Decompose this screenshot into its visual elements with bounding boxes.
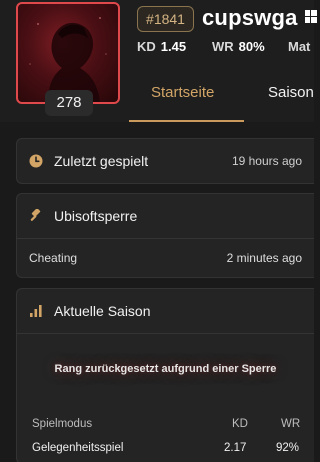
rank-reset-notice: Rang zurückgesetzt aufgrund einer Sperre [17,334,314,404]
profile-header: 278 #1841 cupswga KD 1.45 WR 80% Mat Start… [0,0,317,122]
tab-startseite[interactable]: Startseite [151,84,214,101]
gavel-icon [30,209,41,221]
rank-reset-text: Rang zurückgesetzt aufgrund einer Sperre [54,363,277,375]
stat-value: 1.45 [160,39,187,54]
stat-kd: KD 1.45 [137,39,186,54]
ban-header: Ubisoftsperre [17,194,314,238]
column-header-wr: WR [281,418,301,430]
avatar[interactable] [16,2,120,104]
stat-matches: Mat [288,39,310,54]
tab-saison[interactable]: Saison [268,84,314,101]
stat-label: WR [212,39,234,54]
stat-value: 80% [238,39,265,54]
column-header-kd: KD [232,418,248,430]
stat-label: Mat [288,39,311,54]
season-header: Aktuelle Saison [17,289,314,333]
card-title: Aktuelle Saison [54,303,151,319]
table-cell-mode: Gelegenheitsspiel [32,442,124,454]
avatar-container: 278 [16,2,120,116]
ban-detail-row: Cheating 2 minutes ago [17,239,314,277]
ban-time: 2 minutes ago [226,251,302,265]
ban-card: Ubisoftsperre Cheating 2 minutes ago [16,193,314,278]
table-cell-kd: 2.17 [224,442,247,454]
table-cell-wr: 92% [276,442,300,454]
current-season-card: Aktuelle Saison Rang zurückgesetzt aufgr… [16,288,314,462]
table-header-row: Spielmodus KD WR [17,412,314,436]
table-row: Gelegenheitsspiel 2.17 92% [17,436,314,460]
last-played-header: Zuletzt gespielt 19 hours ago [17,139,314,183]
card-title: Zuletzt gespielt [54,153,149,169]
level-badge: 278 [45,90,93,116]
last-played-time: 19 hours ago [231,154,302,168]
stat-wr: WR 80% [212,39,265,54]
card-title: Ubisoftsperre [54,208,138,224]
avatar-silhouette-icon [29,17,107,102]
platform-icon [305,10,317,23]
ban-reason: Cheating [29,251,78,265]
stat-label: KD [137,39,156,54]
rank-tag-badge: #1841 [137,6,194,32]
last-played-card: Zuletzt gespielt 19 hours ago [16,138,314,184]
column-header-mode: Spielmodus [32,418,93,430]
bar-chart-icon [30,305,42,317]
season-stats-table: Spielmodus KD WR Gelegenheitsspiel 2.17 … [17,412,314,460]
active-tab-indicator [129,120,244,122]
username: cupswga [202,5,298,30]
clock-icon [29,154,43,168]
